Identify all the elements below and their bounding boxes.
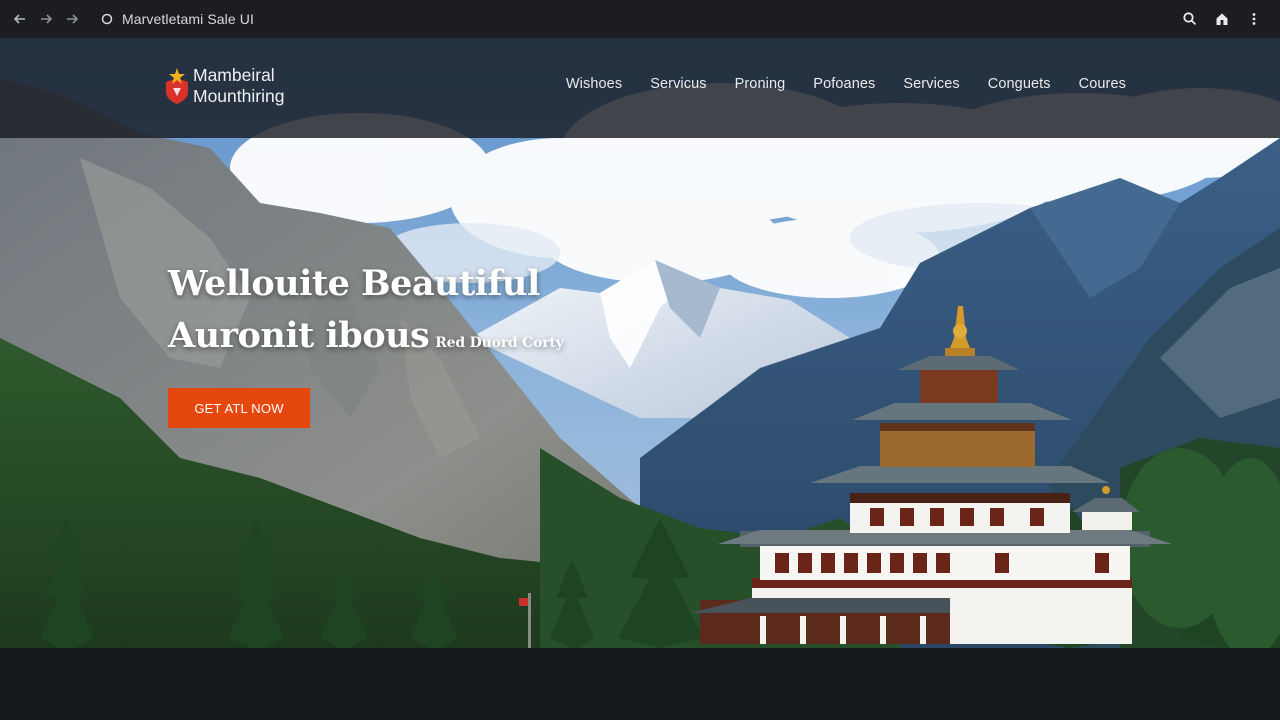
main-navigation: Wishoes Servicus Proning Pofoanes Servic…	[566, 74, 1126, 94]
browser-toolbar: Marvetletami Sale UI	[0, 0, 1280, 38]
brand-name-line2: Mounthiring	[193, 86, 285, 106]
brand-logo-link[interactable]: Mambeiral Mounthiring	[163, 65, 284, 107]
nav-item-services[interactable]: Services	[903, 74, 959, 94]
more-menu-icon[interactable]	[1242, 7, 1266, 31]
nav-item-conguets[interactable]: Conguets	[988, 74, 1051, 94]
nav-item-wishoes[interactable]: Wishoes	[566, 74, 622, 94]
nav-item-servicus[interactable]: Servicus	[650, 74, 706, 94]
site-header: Mambeiral Mounthiring Wishoes Servicus P…	[0, 38, 1280, 138]
site-info-icon	[101, 13, 113, 25]
hero-title-line1: Wellouite Beautiful	[168, 263, 540, 304]
tab-title: Marvetletami Sale UI	[122, 11, 254, 27]
hero-title: Wellouite Beautiful Auronit ibous Red Duo…	[168, 262, 564, 358]
shield-logo-icon	[166, 68, 188, 104]
back-arrow-icon[interactable]	[8, 7, 32, 31]
forward-arrow-icon[interactable]	[34, 7, 58, 31]
get-started-button[interactable]: GET ATL NOW	[168, 388, 310, 428]
hero-subtitle: Red Duord Corty	[435, 335, 564, 351]
brand-name-line1: Mambeiral	[193, 65, 275, 85]
nav-item-proning[interactable]: Proning	[735, 74, 786, 94]
search-icon[interactable]	[1178, 7, 1202, 31]
hero-title-line2: Auronit ibous	[168, 315, 430, 356]
nav-item-pofoanes[interactable]: Pofoanes	[813, 74, 875, 94]
home-icon[interactable]	[1210, 7, 1234, 31]
address-bar[interactable]: Marvetletami Sale UI	[100, 6, 254, 32]
nav-item-coures[interactable]: Coures	[1079, 74, 1126, 94]
page-footer-band	[0, 648, 1280, 720]
forward-arrow-icon[interactable]	[60, 7, 84, 31]
